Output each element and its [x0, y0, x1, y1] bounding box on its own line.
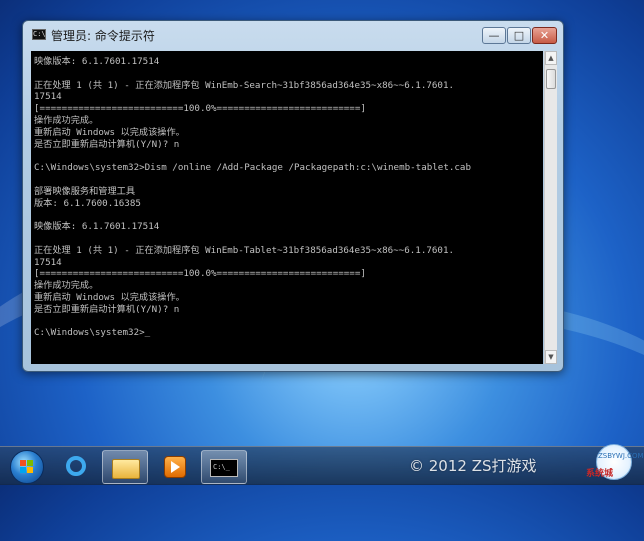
ie-icon: [66, 456, 86, 476]
taskbar-media-player[interactable]: [152, 450, 196, 482]
windows-logo-icon-part: [27, 467, 33, 473]
copyright-watermark: © 2012 ZS打游戏: [409, 457, 537, 475]
close-button[interactable]: ✕: [532, 27, 557, 44]
taskbar: C:\_: [0, 446, 644, 485]
scroll-thumb[interactable]: [546, 69, 556, 89]
cmd-icon: C:\: [32, 29, 46, 40]
scroll-up-arrow-icon[interactable]: ▲: [545, 51, 557, 65]
taskbar-internet-explorer[interactable]: [54, 450, 98, 482]
start-button[interactable]: [10, 450, 44, 484]
scroll-down-arrow-icon[interactable]: ▼: [545, 350, 557, 364]
site-name: 系统城: [586, 469, 614, 479]
windows-logo-icon-part: [20, 467, 26, 473]
media-player-icon: [164, 456, 186, 478]
console-text: 映像版本: 6.1.7601.17514 正在处理 1 (共 1) - 正在添加…: [34, 56, 471, 339]
console-output[interactable]: 映像版本: 6.1.7601.17514 正在处理 1 (共 1) - 正在添加…: [31, 51, 543, 364]
maximize-button[interactable]: □: [507, 27, 531, 44]
cmd-icon: C:\_: [210, 459, 238, 477]
folder-icon: [112, 459, 140, 479]
minimize-button[interactable]: —: [482, 27, 506, 44]
windows-logo-icon-part: [27, 460, 33, 466]
command-prompt-window[interactable]: C:\ 管理员: 命令提示符 — □ ✕ 映像版本: 6.1.7601.1751…: [22, 20, 564, 372]
taskbar-windows-explorer[interactable]: [102, 450, 148, 484]
site-domain: ZSBYWJ.COM: [598, 452, 644, 460]
windows-logo-icon: [20, 460, 26, 466]
taskbar-command-prompt[interactable]: C:\_: [201, 450, 247, 484]
title-bar[interactable]: C:\ 管理员: 命令提示符 — □ ✕: [23, 21, 563, 49]
vertical-scrollbar[interactable]: ▲ ▼: [544, 51, 557, 364]
window-title: 管理员: 命令提示符: [51, 29, 155, 43]
